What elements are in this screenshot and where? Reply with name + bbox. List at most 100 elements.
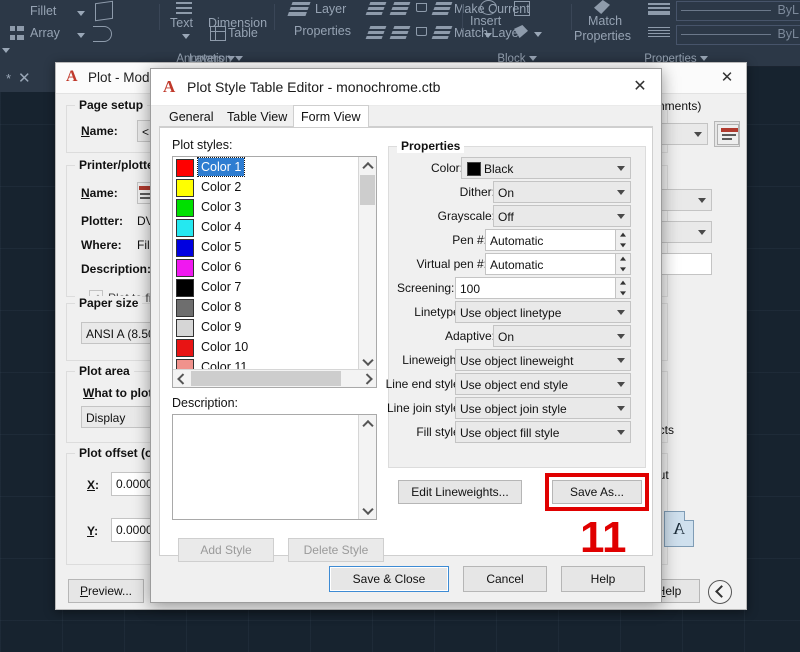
block-circle-icon[interactable] (480, 0, 497, 15)
pen-number-field[interactable]: Automatic (485, 229, 616, 251)
list-item[interactable]: Color 4 (173, 217, 359, 237)
linetype-control[interactable]: ByL (676, 25, 800, 45)
text-style-icon[interactable] (176, 2, 192, 14)
scroll-left-icon[interactable] (173, 370, 190, 387)
virtual-pen-field[interactable]: Automatic (485, 253, 616, 275)
line-end-style-combo[interactable]: Use object end style (455, 373, 631, 395)
tab-table-view[interactable]: Table View (219, 106, 295, 127)
ribbon-table-label[interactable]: Table (228, 26, 258, 40)
list-item[interactable]: Color 5 (173, 237, 359, 257)
adaptive-combo[interactable]: On (493, 325, 631, 347)
virtual-pen-spinner[interactable] (616, 253, 631, 275)
insert-dropdown-icon[interactable] (484, 33, 492, 38)
layer-icon-f[interactable] (366, 26, 387, 39)
pen-number-spinner[interactable] (616, 229, 631, 251)
color-combo[interactable]: Black (461, 157, 631, 179)
description-vertical-scrollbar[interactable] (358, 415, 376, 519)
layer-properties-icon[interactable] (287, 2, 310, 16)
plot-dialog-close-button[interactable]: ✕ (714, 67, 740, 89)
description-scroll-down-icon[interactable] (359, 502, 376, 519)
block-dropdown-icon[interactable] (534, 32, 542, 37)
list-item[interactable]: Color 9 (173, 317, 359, 337)
spinner-down-icon[interactable] (616, 240, 629, 250)
chevron-down-icon[interactable] (617, 358, 625, 363)
edit-lineweights-button[interactable]: Edit Lineweights... (398, 480, 522, 504)
plot-styles-horizontal-scrollbar[interactable] (173, 369, 376, 387)
modify-panel-expand-icon[interactable] (2, 48, 10, 53)
preview-button[interactable]: Preview... (68, 579, 144, 603)
spinner-up-icon[interactable] (616, 254, 629, 264)
list-item[interactable]: Color 6 (173, 257, 359, 277)
chevron-down-icon[interactable] (617, 406, 625, 411)
less-options-button[interactable] (708, 580, 732, 604)
list-item[interactable]: Color 7 (173, 277, 359, 297)
screening-spinner[interactable] (616, 277, 631, 299)
linetype-list-icon[interactable] (648, 27, 670, 39)
vertical-scroll-thumb[interactable] (360, 175, 375, 205)
description-textarea[interactable] (172, 414, 377, 520)
ribbon-match-properties-label[interactable]: Properties (574, 29, 631, 43)
layer-icon-e[interactable] (390, 26, 411, 39)
spinner-up-icon[interactable] (616, 278, 629, 288)
block-paint-icon[interactable] (514, 25, 528, 38)
editor-help-button[interactable]: Help (561, 566, 645, 592)
layer-icon-a[interactable] (366, 2, 387, 15)
chevron-down-icon[interactable] (617, 190, 625, 195)
properties-panel-expand-icon[interactable] (700, 56, 708, 61)
dither-combo[interactable]: On (493, 181, 631, 203)
chevron-down-icon[interactable] (617, 310, 625, 315)
unlock-icon[interactable] (416, 27, 427, 36)
lineweight-combo[interactable]: Use object lineweight (455, 349, 631, 371)
cube-icon[interactable] (95, 1, 113, 22)
fill-style-combo[interactable]: Use object fill style (455, 421, 631, 443)
chevron-down-icon[interactable] (617, 430, 625, 435)
text-dropdown-icon[interactable] (182, 34, 190, 39)
ribbon-fillet-label[interactable]: Fillet (30, 4, 56, 18)
offset-icon[interactable] (93, 26, 112, 42)
array-dropdown-icon[interactable] (77, 33, 85, 38)
layer-icon-d[interactable] (432, 26, 453, 39)
color-control[interactable]: ByL (676, 1, 800, 21)
match-properties-icon[interactable] (594, 0, 610, 14)
array-icon[interactable] (10, 26, 24, 40)
scroll-up-icon[interactable] (359, 157, 376, 174)
table-icon[interactable] (210, 26, 226, 41)
grayscale-combo[interactable]: Off (493, 205, 631, 227)
list-item[interactable]: Color 1 (173, 157, 359, 177)
chevron-down-icon[interactable] (617, 166, 625, 171)
ribbon-text-label[interactable]: Text (170, 16, 193, 30)
plot-styles-listbox[interactable]: Color 1 Color 2 Color 3 Color 4 Color 5 … (172, 156, 377, 388)
doctab-close-icon[interactable]: ✕ (18, 66, 31, 92)
list-item[interactable]: Color 8 (173, 297, 359, 317)
block-panel-expand-icon[interactable] (529, 56, 537, 61)
cancel-button[interactable]: Cancel (463, 566, 547, 592)
ribbon-array-label[interactable]: Array (30, 26, 60, 40)
scroll-right-icon[interactable] (359, 370, 376, 387)
list-item[interactable]: Color 10 (173, 337, 359, 357)
save-and-close-button[interactable]: Save & Close (329, 566, 449, 592)
line-join-style-combo[interactable]: Use object join style (455, 397, 631, 419)
list-item[interactable]: Color 3 (173, 197, 359, 217)
tab-form-view[interactable]: Form View (293, 105, 369, 128)
list-item[interactable]: Color 2 (173, 177, 359, 197)
spinner-up-icon[interactable] (616, 230, 629, 240)
description-scroll-up-icon[interactable] (359, 415, 376, 432)
spinner-down-icon[interactable] (616, 288, 629, 298)
fillet-dropdown-icon[interactable] (77, 11, 85, 16)
editor-close-button[interactable]: ✕ (627, 76, 653, 98)
plot-styles-list-viewport[interactable]: Color 1 Color 2 Color 3 Color 4 Color 5 … (173, 157, 359, 370)
add-page-setup-button[interactable] (714, 121, 740, 147)
spinner-down-icon[interactable] (616, 264, 629, 274)
chevron-down-icon[interactable] (617, 334, 625, 339)
horizontal-scroll-thumb[interactable] (191, 371, 341, 386)
ribbon-insert-label[interactable]: Insert (470, 14, 501, 28)
tab-general[interactable]: General (161, 106, 221, 127)
lock-icon[interactable] (416, 3, 427, 12)
block-editor-icon[interactable] (514, 1, 530, 16)
ribbon-layer-properties-label[interactable]: Properties (294, 24, 351, 38)
layer-icon-b[interactable] (390, 2, 411, 15)
lineweight-list-icon[interactable] (648, 3, 670, 15)
plot-styles-vertical-scrollbar[interactable] (358, 157, 376, 370)
chevron-down-icon[interactable] (617, 382, 625, 387)
screening-field[interactable]: 100 (455, 277, 616, 299)
